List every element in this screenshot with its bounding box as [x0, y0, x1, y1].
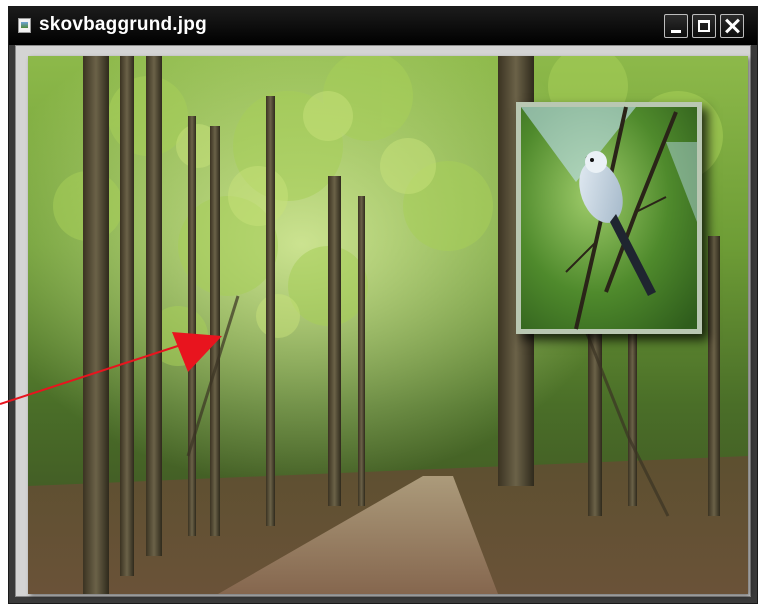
image-file-icon [18, 18, 31, 33]
maximize-button[interactable] [692, 14, 716, 38]
minimize-icon [671, 30, 681, 33]
forest-path-photo [28, 56, 748, 594]
image-window: skovbaggrund.jpg [8, 6, 758, 604]
bird-on-branch-photo [516, 102, 702, 334]
image-viewport [15, 45, 751, 597]
window-title: skovbaggrund.jpg [39, 14, 207, 35]
title-bar[interactable]: skovbaggrund.jpg [9, 7, 757, 45]
maximize-icon [698, 20, 710, 32]
minimize-button[interactable] [664, 14, 688, 38]
close-button[interactable] [720, 14, 744, 38]
close-icon [725, 18, 740, 34]
